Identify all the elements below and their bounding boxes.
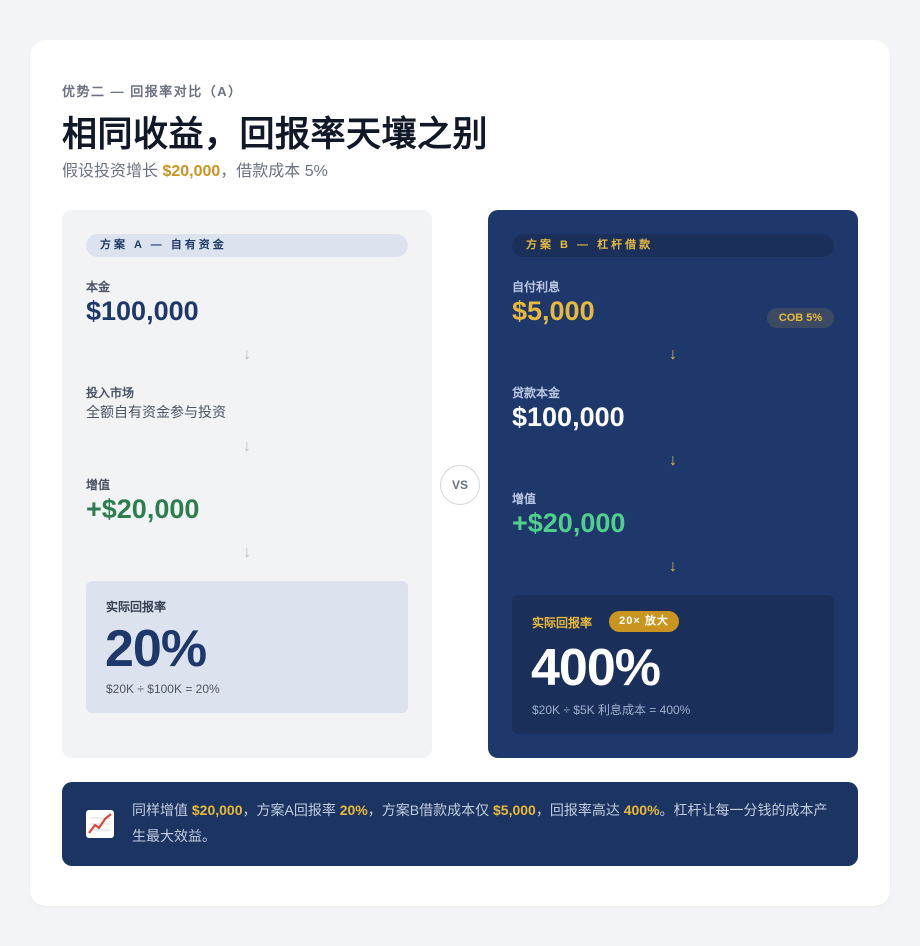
interest-label: 自付利息 (512, 280, 561, 294)
result-value: 20% (105, 620, 207, 678)
arrow-down-icon: ↓ (243, 346, 251, 363)
arrow-down-icon: ↓ (243, 544, 251, 561)
summary-text-4: ，回报率高达 (535, 802, 624, 818)
summary-text-1: 同样增值 (132, 802, 192, 818)
plan-b-tag: 方案 B — 杠杆借款 (512, 234, 834, 257)
main-card: 优势二 — 回报率对比（A） 相同收益，回报率天壤之别 假设投资增长 $20,0… (30, 40, 890, 906)
arrow-down-icon: ↓ (669, 452, 677, 469)
invest-label: 投入市场 (86, 386, 135, 400)
gain-value: +$20,000 (512, 508, 626, 538)
page-subtitle: 假设投资增长 $20,000，借款成本 5% (62, 157, 328, 181)
plan-a-tag: 方案 A — 自有资金 (86, 234, 408, 257)
page-title: 相同收益，回报率天壤之别 (62, 115, 489, 154)
principal-value: $100,000 (86, 296, 199, 326)
summary-gain: $20,000 (191, 802, 243, 818)
summary-plan-b-cost: $5,000 (493, 802, 536, 818)
summary-plan-a-rate: 20% (339, 802, 368, 818)
subtitle-suffix: ，借款成本 5% (220, 163, 328, 180)
result-formula: $20K ÷ $5K 利息成本 = 400% (532, 703, 691, 717)
loan-label: 贷款本金 (512, 386, 561, 400)
summary-text-2: ，方案A回报率 (242, 802, 340, 818)
chart-increasing-icon (86, 810, 114, 838)
summary-plan-b-rate: 400% (623, 802, 660, 818)
result-value: 400% (531, 639, 661, 697)
gain-value: +$20,000 (86, 494, 200, 524)
subtitle-amount: $20,000 (162, 163, 221, 180)
summary-banner: 同样增值 $20,000，方案A回报率 20%，方案B借款成本仅 $5,000，… (62, 782, 858, 866)
vs-badge: VS (440, 465, 480, 505)
loan-value: $100,000 (512, 402, 625, 432)
arrow-down-icon: ↓ (669, 558, 677, 575)
principal-label: 本金 (86, 280, 111, 294)
summary-text: 同样增值 $20,000，方案A回报率 20%，方案B借款成本仅 $5,000，… (132, 797, 838, 849)
plan-b-panel: 方案 B — 杠杆借款 自付利息 $5,000 COB 5% ↓ 贷款本金 $1… (488, 210, 858, 758)
plan-a-panel: 方案 A — 自有资金 本金 $100,000 ↓ 投入市场 全额自有资金参与投… (62, 210, 432, 758)
multiplier-badge: 20× 放大 (609, 611, 679, 632)
invest-description: 全额自有资金参与投资 (86, 404, 226, 420)
interest-value: $5,000 (512, 296, 595, 326)
section-eyebrow: 优势二 — 回报率对比（A） (62, 84, 243, 99)
plan-b-result-box: 实际回报率 20× 放大 400% $20K ÷ $5K 利息成本 = 400% (512, 595, 834, 734)
result-label: 实际回报率 (106, 600, 167, 614)
result-formula: $20K ÷ $100K = 20% (106, 682, 220, 696)
summary-text-3: ，方案B借款成本仅 (367, 802, 493, 818)
gain-label: 增值 (512, 492, 537, 506)
result-label: 实际回报率 (532, 616, 593, 630)
subtitle-prefix: 假设投资增长 (62, 163, 163, 180)
plan-a-result-box: 实际回报率 20% $20K ÷ $100K = 20% (86, 581, 408, 713)
arrow-down-icon: ↓ (669, 346, 677, 363)
cob-badge: COB 5% (767, 308, 834, 328)
gain-label: 增值 (86, 478, 111, 492)
arrow-down-icon: ↓ (243, 438, 251, 455)
